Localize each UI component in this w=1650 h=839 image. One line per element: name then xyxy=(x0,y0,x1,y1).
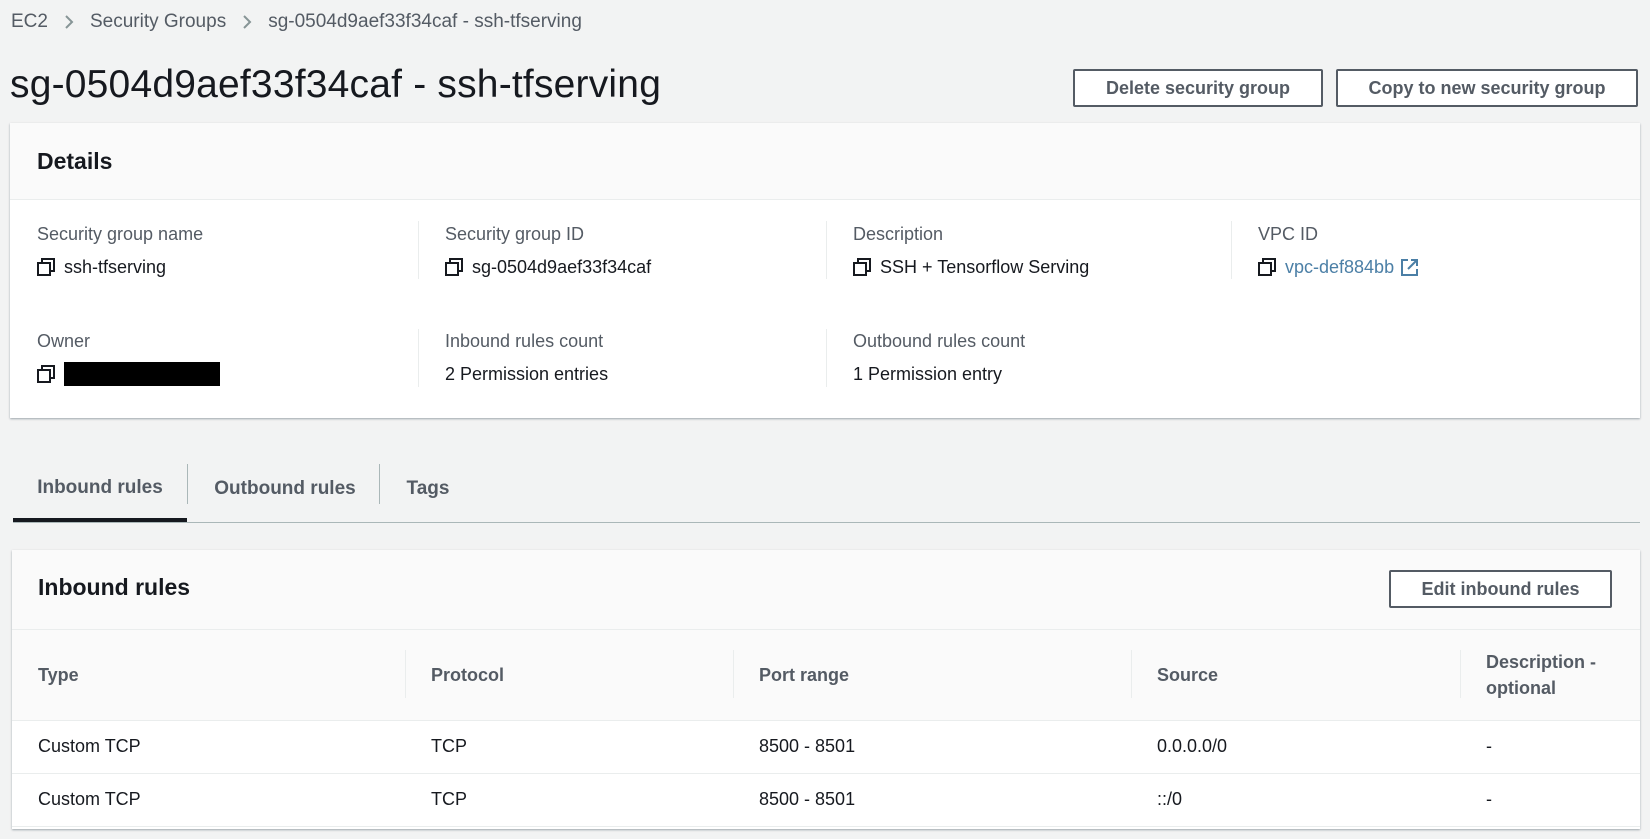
sg-name-value: ssh-tfserving xyxy=(64,256,167,277)
column-divider xyxy=(418,221,419,279)
inbound-rules-header: Inbound rules Edit inbound rules xyxy=(12,550,1640,630)
outbound-count-label: Outbound rules count xyxy=(853,331,1026,351)
delete-security-group-button[interactable]: Delete security group xyxy=(1073,69,1323,107)
tab-bar: Inbound rules Outbound rules Tags xyxy=(13,458,1640,523)
cell-description: - xyxy=(1460,773,1640,827)
vpc-id-link[interactable]: vpc-def884bb xyxy=(1285,257,1394,278)
column-divider xyxy=(418,329,419,387)
owner-redacted-value xyxy=(64,362,220,386)
description-value: SSH + Tensorflow Serving xyxy=(880,256,1090,277)
column-header-source[interactable]: Source xyxy=(1131,630,1460,721)
edit-inbound-rules-button[interactable]: Edit inbound rules xyxy=(1389,570,1612,608)
tab-divider xyxy=(379,464,380,504)
sg-id-value: sg-0504d9aef33f34caf xyxy=(472,256,652,277)
cell-source: ::/0 xyxy=(1131,773,1460,827)
column-header-port-range[interactable]: Port range xyxy=(733,630,1131,721)
cell-type: Custom TCP xyxy=(12,720,405,774)
tab-outbound-rules[interactable]: Outbound rules xyxy=(189,458,381,520)
column-divider xyxy=(826,329,827,387)
cell-port-range: 8500 - 8501 xyxy=(733,720,1131,774)
sg-name-field: Security group name ssh-tfserving xyxy=(37,222,203,279)
details-title: Details xyxy=(37,147,113,174)
vpc-id-field: VPC ID vpc-def884bb xyxy=(1258,222,1419,279)
outbound-count-field: Outbound rules count 1 Permission entry xyxy=(853,329,1025,386)
inbound-count-label: Inbound rules count xyxy=(445,331,604,351)
breadcrumb-ec2-link[interactable]: EC2 xyxy=(11,11,48,33)
copy-icon[interactable] xyxy=(445,258,463,276)
column-header-protocol[interactable]: Protocol xyxy=(405,630,733,721)
cell-protocol: TCP xyxy=(405,720,733,774)
inbound-rules-title: Inbound rules xyxy=(38,574,191,600)
inbound-count-value: 2 Permission entries xyxy=(445,363,609,384)
column-header-description[interactable]: Description - optional xyxy=(1460,630,1640,721)
outbound-count-value: 1 Permission entry xyxy=(853,363,1003,384)
sg-name-label: Security group name xyxy=(37,224,204,244)
copy-icon[interactable] xyxy=(37,258,55,276)
vpc-id-label: VPC ID xyxy=(1258,224,1319,244)
column-header-type[interactable]: Type xyxy=(12,630,405,721)
table-row: Custom TCP TCP 8500 - 8501 ::/0 - xyxy=(12,773,1640,827)
inbound-rules-table: Type Protocol Port range Source Descript… xyxy=(12,630,1640,827)
inbound-rules-panel: Inbound rules Edit inbound rules Type Pr… xyxy=(12,550,1640,829)
inbound-count-field: Inbound rules count 2 Permission entries xyxy=(445,329,608,386)
cell-type: Custom TCP xyxy=(12,773,405,827)
column-divider xyxy=(826,221,827,279)
external-link-icon[interactable] xyxy=(1400,258,1419,277)
column-divider xyxy=(1231,221,1232,279)
breadcrumb: EC2 Security Groups sg-0504d9aef33f34caf… xyxy=(11,10,582,34)
owner-field: Owner xyxy=(37,329,220,386)
table-row: Custom TCP TCP 8500 - 8501 0.0.0.0/0 - xyxy=(12,720,1640,774)
table-header-row: Type Protocol Port range Source Descript… xyxy=(12,630,1640,721)
description-label: Description xyxy=(853,224,944,244)
chevron-right-icon xyxy=(242,14,252,30)
owner-label: Owner xyxy=(37,331,91,351)
cell-protocol: TCP xyxy=(405,773,733,827)
cell-description: - xyxy=(1460,720,1640,774)
copy-icon[interactable] xyxy=(1258,258,1276,276)
tab-divider xyxy=(187,464,188,504)
cell-port-range: 8500 - 8501 xyxy=(733,773,1131,827)
sg-id-field: Security group ID sg-0504d9aef33f34caf xyxy=(445,222,651,279)
copy-icon[interactable] xyxy=(37,365,55,383)
sg-id-label: Security group ID xyxy=(445,224,585,244)
details-panel: Details Security group name ssh-tfservin… xyxy=(10,123,1640,418)
page-title: sg-0504d9aef33f34caf - ssh-tfserving xyxy=(10,63,662,106)
tab-tags[interactable]: Tags xyxy=(381,458,475,520)
description-field: Description SSH + Tensorflow Serving xyxy=(853,222,1089,279)
tab-inbound-rules[interactable]: Inbound rules xyxy=(13,458,187,522)
breadcrumb-current: sg-0504d9aef33f34caf - ssh-tfserving xyxy=(268,11,582,32)
copy-icon[interactable] xyxy=(853,258,871,276)
details-header: Details xyxy=(10,123,1640,200)
chevron-right-icon xyxy=(64,14,74,30)
cell-source: 0.0.0.0/0 xyxy=(1131,720,1460,774)
copy-to-new-security-group-button[interactable]: Copy to new security group xyxy=(1336,69,1638,107)
breadcrumb-security-groups-link[interactable]: Security Groups xyxy=(90,11,226,33)
